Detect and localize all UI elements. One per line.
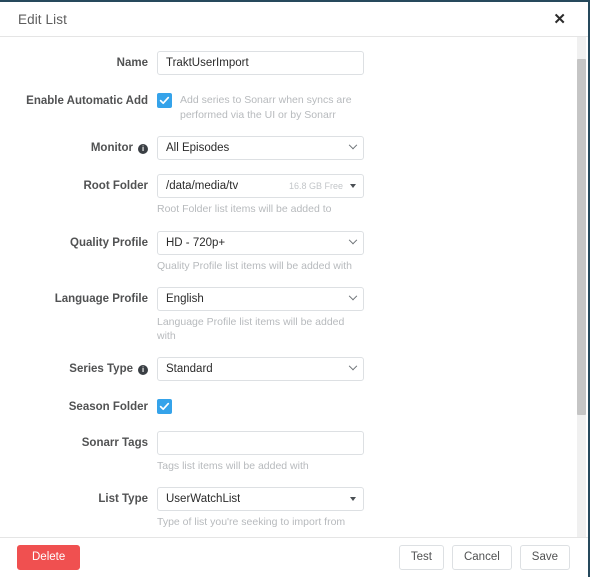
enable-automatic-add-checkbox[interactable] (157, 93, 172, 108)
save-button[interactable]: Save (519, 544, 570, 571)
field-name: Name (0, 51, 574, 75)
chevron-down-icon (348, 361, 358, 371)
series-type-select[interactable]: Standard (157, 357, 364, 382)
root-folder-select-value: /data/media/tv (166, 180, 239, 193)
chevron-down-icon (348, 235, 358, 244)
field-series-type-label: Series Type (69, 363, 133, 376)
field-enable-automatic-add-label: Enable Automatic Add (26, 95, 148, 107)
field-root-folder-label: Root Folder (83, 180, 148, 193)
sonarr-tags-input[interactable] (157, 431, 364, 456)
field-language-profile-label: Language Profile (54, 292, 148, 305)
chevron-down-icon (348, 291, 358, 301)
caret-down-icon (350, 184, 356, 189)
list-type-select[interactable]: UserWatchList (157, 487, 364, 512)
language-profile-select[interactable]: English (157, 286, 364, 311)
modal-footer: Delete Test Cancel Save (0, 537, 588, 577)
field-monitor: Monitor i All Episodes (0, 136, 574, 161)
field-enable-automatic-add: Enable Automatic Add Add series to Sonar… (0, 89, 574, 122)
monitor-select[interactable]: All Episodes (157, 136, 364, 161)
edit-list-form: Name Enable Automatic Add Add series (0, 51, 588, 537)
edit-list-modal: Edit List ✕ Name Enable Automatic Add (0, 0, 590, 577)
cancel-button[interactable]: Cancel (451, 544, 512, 571)
close-icon[interactable]: ✕ (549, 10, 570, 29)
check-icon (159, 96, 170, 105)
field-list-type-label: List Type (98, 493, 148, 506)
modal-header: Edit List ✕ (0, 2, 588, 37)
footer-actions: Test Cancel Save (398, 544, 570, 571)
quality-profile-help: Quality Profile list items will be added… (157, 259, 352, 272)
field-sonarr-tags-label: Sonarr Tags (81, 437, 148, 450)
info-icon[interactable]: i (138, 144, 148, 155)
field-series-type: Series Type i Standard (0, 357, 574, 382)
monitor-select-value: All Episodes (166, 142, 230, 155)
field-sonarr-tags: Sonarr Tags Tags list items will be adde… (0, 431, 574, 473)
language-profile-select-value: English (166, 292, 204, 305)
field-root-folder: Root Folder /data/media/tv 16.8 GB Free … (0, 174, 574, 216)
series-type-select-value: Standard (166, 363, 213, 376)
test-button[interactable]: Test (398, 544, 444, 571)
field-name-label: Name (116, 57, 148, 69)
check-icon (159, 402, 170, 411)
delete-button[interactable]: Delete (17, 544, 81, 571)
field-season-folder: Season Folder (0, 395, 574, 417)
list-type-select-value: UserWatchList (166, 493, 241, 506)
language-profile-help: Language Profile list items will be adde… (157, 315, 345, 342)
field-monitor-label: Monitor (90, 142, 133, 155)
field-quality-profile: Quality Profile HD - 720p+ Quality Profi… (0, 230, 574, 273)
scrollbar-thumb[interactable] (577, 59, 586, 415)
root-folder-help: Root Folder list items will be added to (157, 203, 332, 216)
name-input[interactable] (157, 51, 364, 75)
root-folder-free-space: 16.8 GB Free (288, 181, 343, 192)
sonarr-tags-help: Tags list items will be added with (157, 460, 309, 473)
modal-body: Name Enable Automatic Add Add series (0, 37, 588, 537)
quality-profile-select[interactable]: HD - 720p+ (157, 230, 364, 255)
list-type-help: Type of list you're seeking to import fr… (157, 516, 346, 529)
info-icon[interactable]: i (138, 364, 148, 375)
vertical-scrollbar[interactable] (577, 37, 586, 537)
quality-profile-select-value: HD - 720p+ (166, 236, 226, 249)
field-language-profile: Language Profile English Language Profil… (0, 286, 574, 343)
page-title: Edit List (18, 11, 67, 27)
field-list-type: List Type UserWatchList Type of list you… (0, 487, 574, 529)
enable-automatic-add-description: Add series to Sonarr when syncs are perf… (180, 94, 352, 121)
season-folder-checkbox[interactable] (157, 399, 172, 415)
field-season-folder-label: Season Folder (68, 401, 148, 414)
field-quality-profile-label: Quality Profile (70, 236, 148, 249)
chevron-down-icon (348, 141, 358, 150)
root-folder-select[interactable]: /data/media/tv 16.8 GB Free (157, 174, 364, 199)
caret-down-icon (350, 497, 356, 502)
